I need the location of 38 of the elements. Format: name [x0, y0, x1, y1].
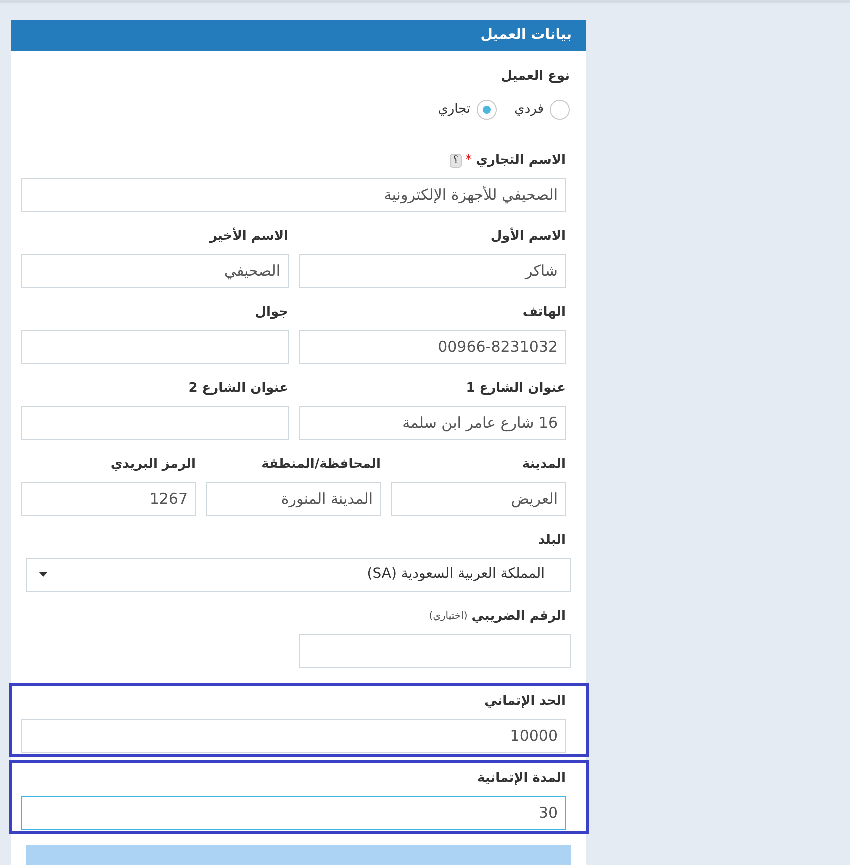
optional-note: (اختياري)	[429, 610, 468, 624]
radio-button[interactable]	[476, 100, 497, 120]
input-field[interactable]: 1267	[21, 482, 196, 516]
field-label: الاسم الأخير	[210, 227, 288, 246]
required-mark: *	[466, 152, 472, 170]
input-field[interactable]: العريض	[391, 482, 566, 516]
panel-title: بيانات العميل	[480, 26, 572, 45]
field-label: عنوان الشارع 1	[466, 380, 566, 398]
field-label: الحد الإتماني	[484, 693, 566, 712]
field-label: جوال	[255, 304, 288, 322]
input-field[interactable]: 00966-8231032	[298, 330, 566, 364]
field-label: الاسم الأول	[490, 227, 566, 246]
input-field[interactable]: المدينة المنورة	[206, 482, 381, 516]
field-label: البلد	[538, 532, 566, 550]
caret-icon	[39, 572, 48, 578]
input-field[interactable]	[21, 330, 288, 364]
field-label: المدينة	[522, 456, 566, 474]
input-field[interactable]: 16 شارع عامر ابن سلمة	[298, 406, 566, 440]
field-label: الرمز البريدي	[110, 456, 196, 474]
input-field[interactable]	[21, 406, 288, 440]
help-badge[interactable]: ؟	[450, 154, 462, 168]
input-field[interactable]: الصحيفي للأجهزة الإلكترونية	[21, 178, 566, 212]
input-field[interactable]: الصحيفي	[21, 254, 288, 288]
country-select[interactable]: المملكة العربية السعودية (SA)	[26, 558, 571, 592]
input-field[interactable]: 30	[21, 796, 566, 830]
input-field[interactable]	[298, 634, 571, 668]
field-label: الرقم الضريبي	[472, 608, 566, 626]
radio-button[interactable]	[550, 100, 570, 120]
field-label: المدة الإتمانية	[478, 770, 566, 788]
radio-label: تجاري	[438, 101, 471, 120]
field-label: الاسم التجاري	[476, 152, 566, 170]
input-field[interactable]: 10000	[21, 718, 566, 753]
input-field[interactable]: شاكر	[298, 254, 566, 288]
radio-label: فردي	[514, 101, 544, 120]
field-label: المحافظة/المنطقة	[262, 456, 381, 474]
field-label: عنوان الشارع 2	[188, 380, 288, 398]
field-label: نوع العميل	[500, 68, 570, 86]
field-label: الهاتف	[522, 304, 566, 322]
